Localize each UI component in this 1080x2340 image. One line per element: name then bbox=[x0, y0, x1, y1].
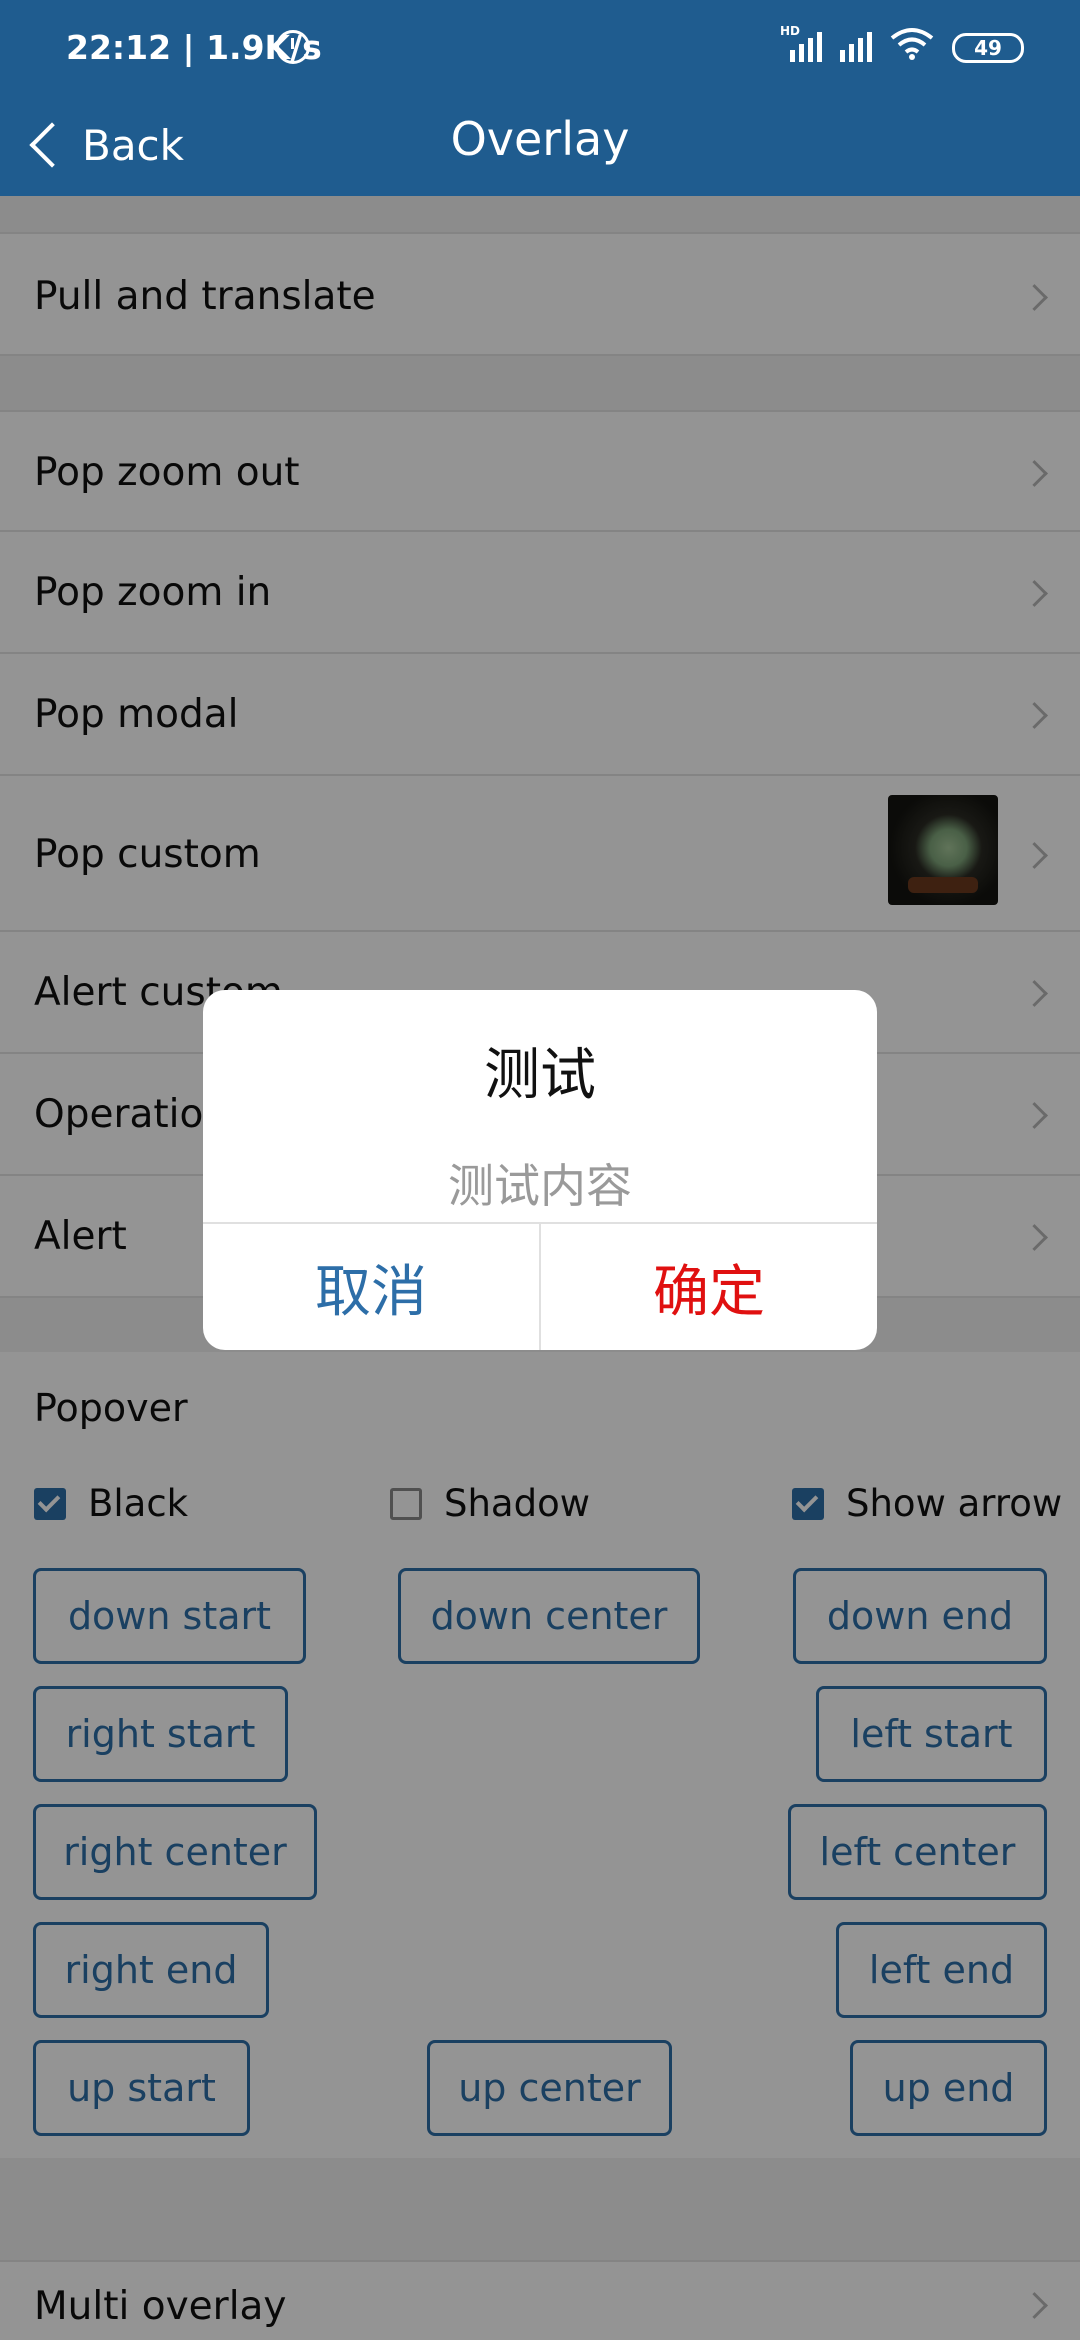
dialog-title: 测试 bbox=[484, 1043, 596, 1108]
dialog-confirm-button[interactable]: 确定 bbox=[541, 1224, 877, 1350]
nav-bar: Back Overlay bbox=[0, 96, 1080, 196]
wifi-icon bbox=[890, 28, 934, 60]
signal-icon-2 bbox=[840, 28, 872, 62]
signal-icon bbox=[790, 28, 822, 62]
page-title: Overlay bbox=[450, 112, 630, 166]
status-bar: 22:12 | 1.9K/s HD 49 bbox=[0, 0, 1080, 96]
battery-icon: 49 bbox=[952, 33, 1024, 63]
alert-dialog: 测试 测试内容 取消 确定 bbox=[203, 990, 877, 1350]
alarm-icon bbox=[276, 30, 310, 64]
dialog-message: 测试内容 bbox=[448, 1159, 632, 1213]
dialog-cancel-button[interactable]: 取消 bbox=[203, 1224, 541, 1350]
